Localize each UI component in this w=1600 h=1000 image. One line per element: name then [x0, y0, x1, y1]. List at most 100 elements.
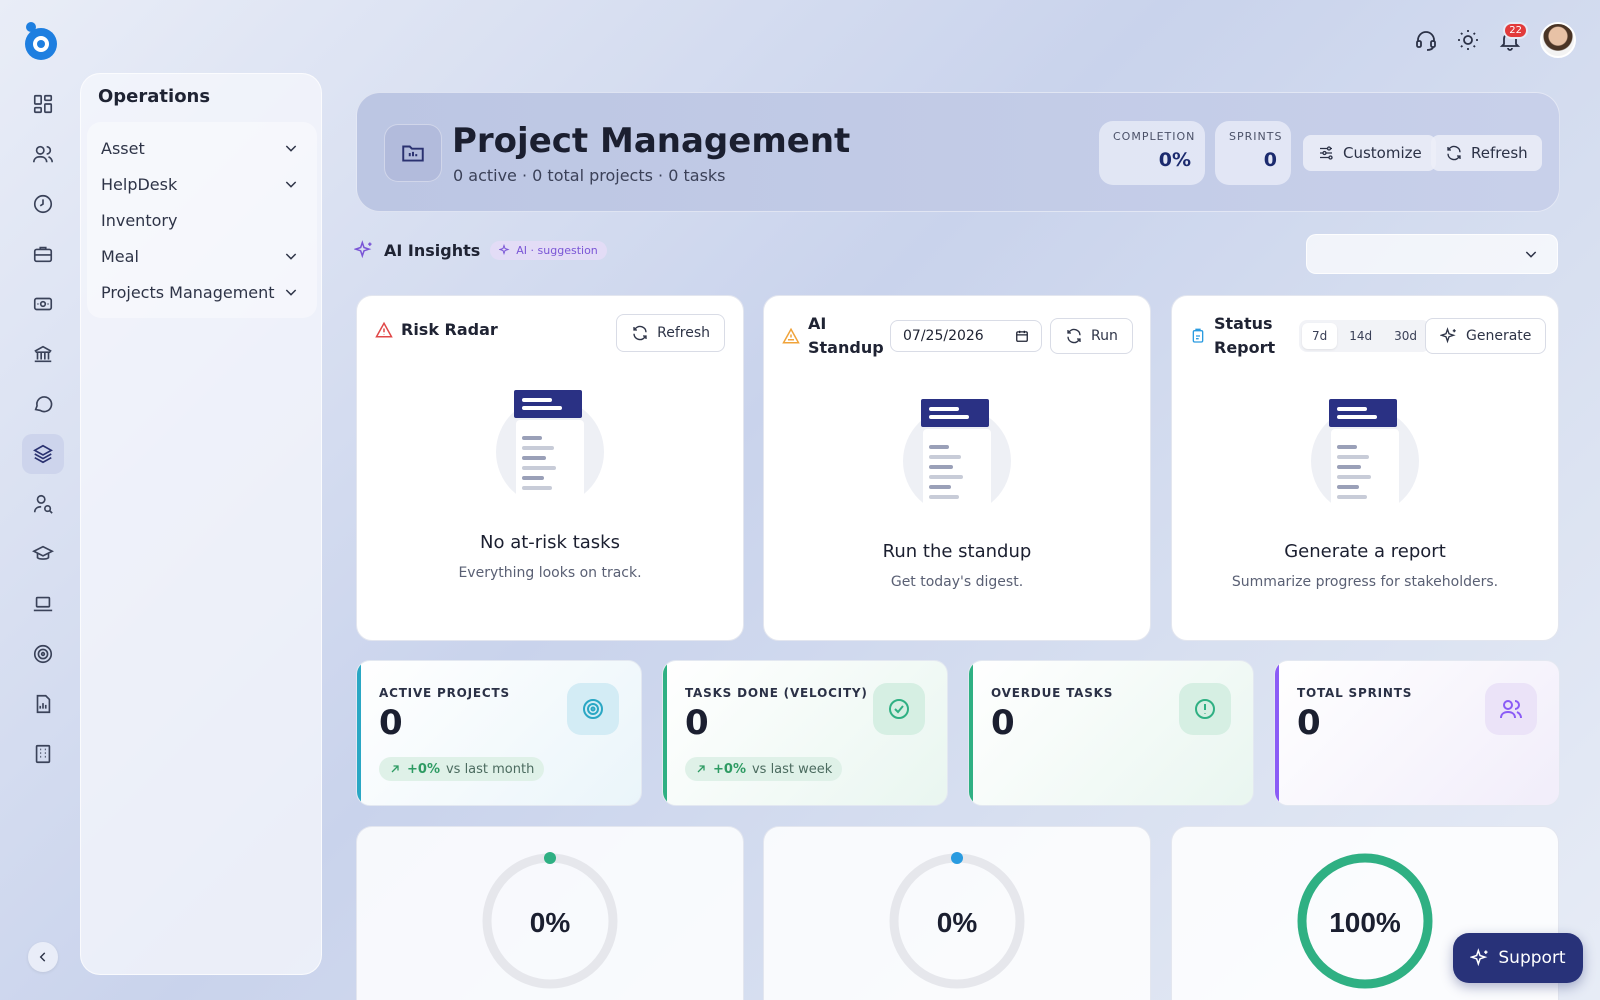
- standup-empty-title: Run the standup: [882, 541, 1032, 562]
- sidebar-item-label: Meal: [101, 246, 139, 266]
- support-label: Support: [1498, 948, 1566, 968]
- sidebar-item-projects-management[interactable]: Projects Management: [87, 274, 317, 310]
- sidebar-item-asset[interactable]: Asset: [87, 130, 317, 166]
- empty-document-illustration: [496, 390, 604, 512]
- kpi-trend: +0% vs last month: [379, 757, 545, 781]
- section-sidebar: Operations Asset HelpDesk Inventory Meal…: [80, 73, 322, 975]
- gauge-value: 0%: [937, 907, 978, 938]
- kpi-label: TASKS DONE (VELOCITY): [685, 686, 868, 700]
- risk-radar-label: Risk Radar: [401, 320, 498, 339]
- standup-warning-icon: [782, 327, 800, 344]
- risk-radar-title: Risk Radar: [375, 320, 498, 339]
- chevron-left-icon: [39, 952, 46, 962]
- target-icon[interactable]: [22, 634, 64, 674]
- briefcase-icon[interactable]: [22, 234, 64, 274]
- refresh-icon: [1067, 328, 1081, 344]
- customize-button[interactable]: Customize: [1303, 135, 1436, 171]
- gauge-value: 100%: [1329, 907, 1401, 938]
- collapse-sidebar-button[interactable]: [28, 942, 58, 972]
- refresh-button[interactable]: Refresh: [1431, 135, 1542, 171]
- risk-empty-subtitle: Everything looks on track.: [458, 565, 642, 581]
- gauge-value: 0%: [530, 907, 571, 938]
- run-standup-button[interactable]: Run: [1050, 318, 1133, 354]
- chevron-down-icon: [285, 181, 297, 188]
- laptop-icon[interactable]: [22, 584, 64, 624]
- users-icon[interactable]: [22, 134, 64, 174]
- kpi-trend-value: +0%: [713, 761, 746, 777]
- headset-icon[interactable]: [1414, 28, 1438, 52]
- sidebar-list: Asset HelpDesk Inventory Meal Projects M…: [87, 122, 317, 318]
- kpi-trend-text: vs last week: [751, 761, 833, 777]
- target-icon: [567, 683, 619, 735]
- refresh-label: Refresh: [1471, 144, 1528, 162]
- app-logo-icon[interactable]: [22, 20, 60, 62]
- sun-icon[interactable]: [1456, 28, 1480, 52]
- generate-report-button[interactable]: Generate: [1425, 318, 1547, 354]
- ai-insights-header: AI Insights AI · suggestion: [354, 240, 607, 260]
- building-icon[interactable]: [22, 734, 64, 774]
- range-7d[interactable]: 7d: [1302, 323, 1338, 349]
- standup-date-input[interactable]: 07/25/2026: [890, 320, 1042, 352]
- report-icon[interactable]: [22, 684, 64, 724]
- range-14d[interactable]: 14d: [1339, 323, 1382, 349]
- nav-rail: [0, 0, 86, 1000]
- standup-date-value: 07/25/2026: [903, 328, 984, 344]
- notifications-button[interactable]: 22: [1498, 22, 1528, 52]
- risk-refresh-button[interactable]: Refresh: [616, 314, 725, 352]
- sidebar-item-helpdesk[interactable]: HelpDesk: [87, 166, 317, 202]
- range-30d[interactable]: 30d: [1384, 323, 1427, 349]
- ai-standup-title-line1: AI: [808, 314, 827, 333]
- kpi-accent-bar: [1275, 661, 1279, 805]
- kpi-total-sprints: TOTAL SPRINTS 0: [1274, 660, 1560, 806]
- kpi-active-projects: ACTIVE PROJECTS 0 +0% vs last month: [356, 660, 642, 806]
- sidebar-item-inventory[interactable]: Inventory: [87, 202, 317, 238]
- ticket-icon[interactable]: [22, 284, 64, 324]
- page-subtitle: 0 active · 0 total projects · 0 tasks: [453, 166, 726, 185]
- status-report-title: Status Report: [1190, 312, 1275, 360]
- layers-icon[interactable]: [22, 434, 64, 474]
- risk-refresh-label: Refresh: [657, 325, 710, 341]
- empty-document-illustration: [1311, 399, 1419, 521]
- customize-label: Customize: [1343, 144, 1422, 162]
- status-report-title-line2: Report: [1214, 338, 1276, 357]
- sidebar-title: Operations: [98, 86, 211, 107]
- ai-insights-title: AI Insights: [384, 240, 481, 260]
- sparkles-icon: [1470, 948, 1488, 967]
- calendar-icon: [1016, 330, 1028, 342]
- warning-icon: [375, 321, 393, 337]
- kpi-label: OVERDUE TASKS: [991, 686, 1114, 700]
- page-header: Project Management 0 active · 0 total pr…: [356, 92, 1560, 212]
- avatar[interactable]: [1540, 22, 1576, 58]
- sliders-icon: [1320, 146, 1333, 160]
- alert-circle-icon: [1179, 683, 1231, 735]
- chevron-down-icon: [285, 289, 297, 296]
- clock-icon[interactable]: [22, 184, 64, 224]
- kpi-accent-bar: [663, 661, 667, 805]
- sidebar-item-label: HelpDesk: [101, 174, 178, 194]
- sidebar-item-meal[interactable]: Meal: [87, 238, 317, 274]
- support-button[interactable]: Support: [1453, 933, 1583, 983]
- dashboard-icon[interactable]: [22, 84, 64, 124]
- clipboard-icon: [1192, 328, 1204, 343]
- user-search-icon[interactable]: [22, 484, 64, 524]
- completion-stat: COMPLETION 0%: [1099, 121, 1205, 185]
- insights-select[interactable]: [1306, 234, 1558, 274]
- empty-document-illustration: [903, 399, 1011, 521]
- run-label: Run: [1091, 328, 1118, 344]
- ai-standup-title-line2: Standup: [808, 338, 884, 357]
- sparkles-icon: [1440, 327, 1456, 344]
- chevron-down-icon: [285, 145, 297, 152]
- chat-icon[interactable]: [22, 384, 64, 424]
- kpi-overdue-tasks: OVERDUE TASKS 0: [968, 660, 1254, 806]
- kpi-value: 0: [379, 703, 403, 743]
- graduation-cap-icon[interactable]: [22, 534, 64, 574]
- arrow-up-right-icon: [391, 765, 399, 773]
- users-icon: [1485, 683, 1537, 735]
- gauge-card-1: 0%: [356, 826, 744, 1000]
- bank-icon[interactable]: [22, 334, 64, 374]
- range-toggle: 7d 14d 30d: [1299, 320, 1431, 352]
- check-circle-icon: [873, 683, 925, 735]
- kpi-trend-text: vs last month: [445, 761, 535, 777]
- ai-chip-label: AI · suggestion: [516, 243, 598, 257]
- completion-value: 0%: [1158, 149, 1191, 171]
